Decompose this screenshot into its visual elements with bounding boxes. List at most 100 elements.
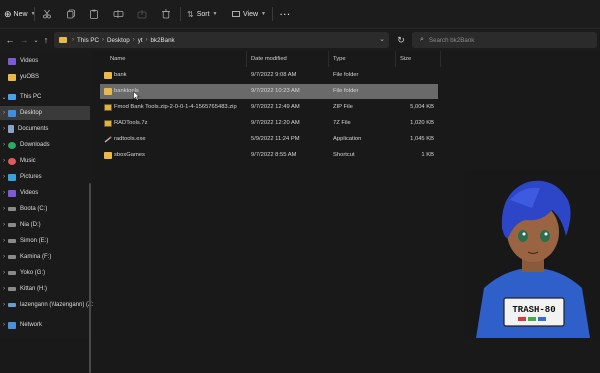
up-arrow-icon[interactable]: ↑ [40, 34, 52, 46]
breadcrumb-bk2bank[interactable]: bk2Bank [151, 37, 175, 44]
sidebar-scrollbar[interactable] [89, 183, 91, 373]
chevron-right-icon[interactable]: › [0, 286, 8, 292]
view-button[interactable]: View ▼ [232, 6, 266, 22]
pictures-icon [8, 173, 16, 181]
file-name: sboxGames [114, 152, 145, 158]
divider [34, 7, 35, 21]
file-date: 9/7/2022 12:20 AM [251, 120, 300, 126]
chevron-right-icon[interactable]: › [0, 158, 8, 164]
sidebar-item-label: Network [20, 322, 43, 328]
cut-icon [43, 9, 51, 19]
chevron-right-icon[interactable]: › [0, 254, 8, 260]
refresh-icon[interactable]: ↻ [395, 34, 407, 46]
address-bar[interactable]: › This PC › Desktop › yt › bk2Bank ⌄ [54, 32, 389, 48]
exe-icon [104, 136, 112, 143]
breadcrumb-desktop[interactable]: Desktop [107, 37, 130, 44]
share-button[interactable] [137, 6, 147, 22]
more-options-button[interactable]: ··· [280, 6, 291, 22]
sidebar-item-label: lazengann (\\lazengann) (Z: [20, 302, 94, 308]
column-divider[interactable] [328, 51, 329, 67]
network-drive-icon [8, 303, 16, 307]
address-dropdown-icon[interactable]: ⌄ [379, 35, 385, 43]
sidebar-item-label: Videos [20, 58, 39, 64]
file-type: File folder [333, 72, 359, 78]
chevron-down-icon[interactable]: ⌄ [0, 94, 8, 101]
column-divider[interactable] [246, 51, 247, 67]
chevron-right-icon[interactable]: › [0, 126, 8, 132]
file-row[interactable]: sboxGames 9/7/2022 8:55 AM Shortcut 1 KB [100, 148, 438, 163]
file-row[interactable]: RADTools.7z 9/7/2022 12:20 AM 7Z File 1,… [100, 116, 438, 131]
file-type: Shortcut [333, 152, 355, 158]
copy-button[interactable] [66, 6, 76, 22]
chevron-right-icon[interactable]: › [0, 110, 8, 116]
column-divider[interactable] [440, 51, 441, 67]
cut-button[interactable] [42, 6, 52, 22]
sidebar-item-pictures[interactable]: › Pictures [0, 170, 90, 184]
breadcrumb-separator: › [72, 37, 74, 43]
sidebar-item-drive-c[interactable]: › Boota (C:) [0, 202, 90, 216]
chevron-right-icon[interactable]: › [0, 190, 8, 196]
navigation-pane: Videos yuOBS ⌄ This PC › Desktop › Docum… [0, 51, 94, 373]
file-row[interactable]: Fmod Bank Tools.zip-2-0-0-1-4-1565765483… [100, 100, 438, 115]
sidebar-item-this-pc[interactable]: ⌄ This PC [0, 90, 90, 104]
sidebar-item-downloads[interactable]: › Downloads [0, 138, 90, 152]
paste-button[interactable] [89, 6, 99, 22]
chevron-right-icon[interactable]: › [0, 270, 8, 276]
sidebar-item-label: Simon (E:) [20, 238, 49, 244]
forward-arrow-icon[interactable]: → [18, 34, 30, 46]
chevron-right-icon[interactable]: › [0, 142, 8, 148]
chevron-right-icon[interactable]: › [0, 238, 8, 244]
sort-label: Sort [196, 10, 210, 18]
new-button[interactable]: ⊕ New ▼ [4, 6, 36, 22]
drive-icon [8, 223, 16, 227]
sidebar-item-drive-f[interactable]: › Kamina (F:) [0, 250, 90, 264]
avatar-illustration: TRASH-80 [476, 180, 590, 338]
sidebar-item-videos[interactable]: › Videos [0, 186, 90, 200]
column-header-size[interactable]: Size [400, 56, 411, 62]
sort-button[interactable]: ⇅ Sort ▼ [187, 6, 218, 22]
sidebar-item-label: Boota (C:) [20, 206, 48, 212]
sidebar-item-drive-z[interactable]: › lazengann (\\lazengann) (Z: [0, 298, 94, 312]
sidebar-item-desktop[interactable]: › Desktop [0, 106, 90, 120]
sidebar-item-network[interactable]: › Network [0, 318, 90, 332]
column-header-type[interactable]: Type [333, 56, 346, 62]
sidebar-item-drive-g[interactable]: › Yoko (G:) [0, 266, 90, 280]
chevron-right-icon[interactable]: › [0, 222, 8, 228]
sidebar-item-yuobs[interactable]: yuOBS [0, 70, 90, 84]
chevron-right-icon[interactable]: › [0, 206, 8, 212]
chevron-right-icon[interactable]: › [0, 302, 8, 308]
sidebar-item-documents[interactable]: › Documents [0, 122, 90, 136]
folder-icon [59, 37, 67, 43]
file-row[interactable]: bank 9/7/2022 9:08 AM File folder [100, 68, 438, 83]
sidebar-item-drive-e[interactable]: › Simon (E:) [0, 234, 90, 248]
drive-icon [8, 207, 16, 211]
rename-button[interactable] [113, 6, 124, 22]
column-header-date[interactable]: Date modified [251, 56, 287, 62]
file-row-selected[interactable]: banktools 9/7/2022 10:23 AM File folder [100, 84, 438, 101]
delete-button[interactable] [161, 6, 171, 22]
sidebar-item-drive-d[interactable]: › Nia (D:) [0, 218, 90, 232]
file-type: Application [333, 136, 362, 142]
chevron-right-icon[interactable]: › [0, 322, 8, 328]
drive-icon [8, 239, 16, 243]
file-type: 7Z File [333, 120, 351, 126]
sidebar-item-videos-quick[interactable]: Videos [0, 54, 90, 68]
file-row[interactable]: radtools.exe 5/9/2022 11:24 PM Applicati… [100, 132, 438, 147]
sidebar-item-music[interactable]: › Music [0, 154, 90, 168]
downloads-icon [8, 141, 16, 149]
command-bar: ⊕ New ▼ ⇅ Sort ▼ View ▼ ··· [0, 0, 600, 29]
sidebar-item-label: Kittan (H:) [20, 286, 48, 292]
column-header-name[interactable]: Name [110, 56, 125, 62]
chevron-right-icon[interactable]: › [0, 174, 8, 180]
documents-icon [8, 125, 14, 133]
sidebar-item-label: Nia (D:) [20, 222, 41, 228]
breadcrumb-this-pc[interactable]: This PC [77, 37, 99, 44]
sidebar-item-drive-h[interactable]: › Kittan (H:) [0, 282, 90, 296]
search-box[interactable]: ⌕ Search bk2Bank [412, 32, 597, 48]
back-arrow-icon[interactable]: ← [4, 34, 16, 46]
new-label: New [13, 10, 28, 18]
column-divider[interactable] [395, 51, 396, 67]
breadcrumb-yt[interactable]: yt [138, 37, 143, 44]
file-date: 9/7/2022 10:23 AM [251, 88, 300, 94]
zip-icon [104, 104, 112, 111]
